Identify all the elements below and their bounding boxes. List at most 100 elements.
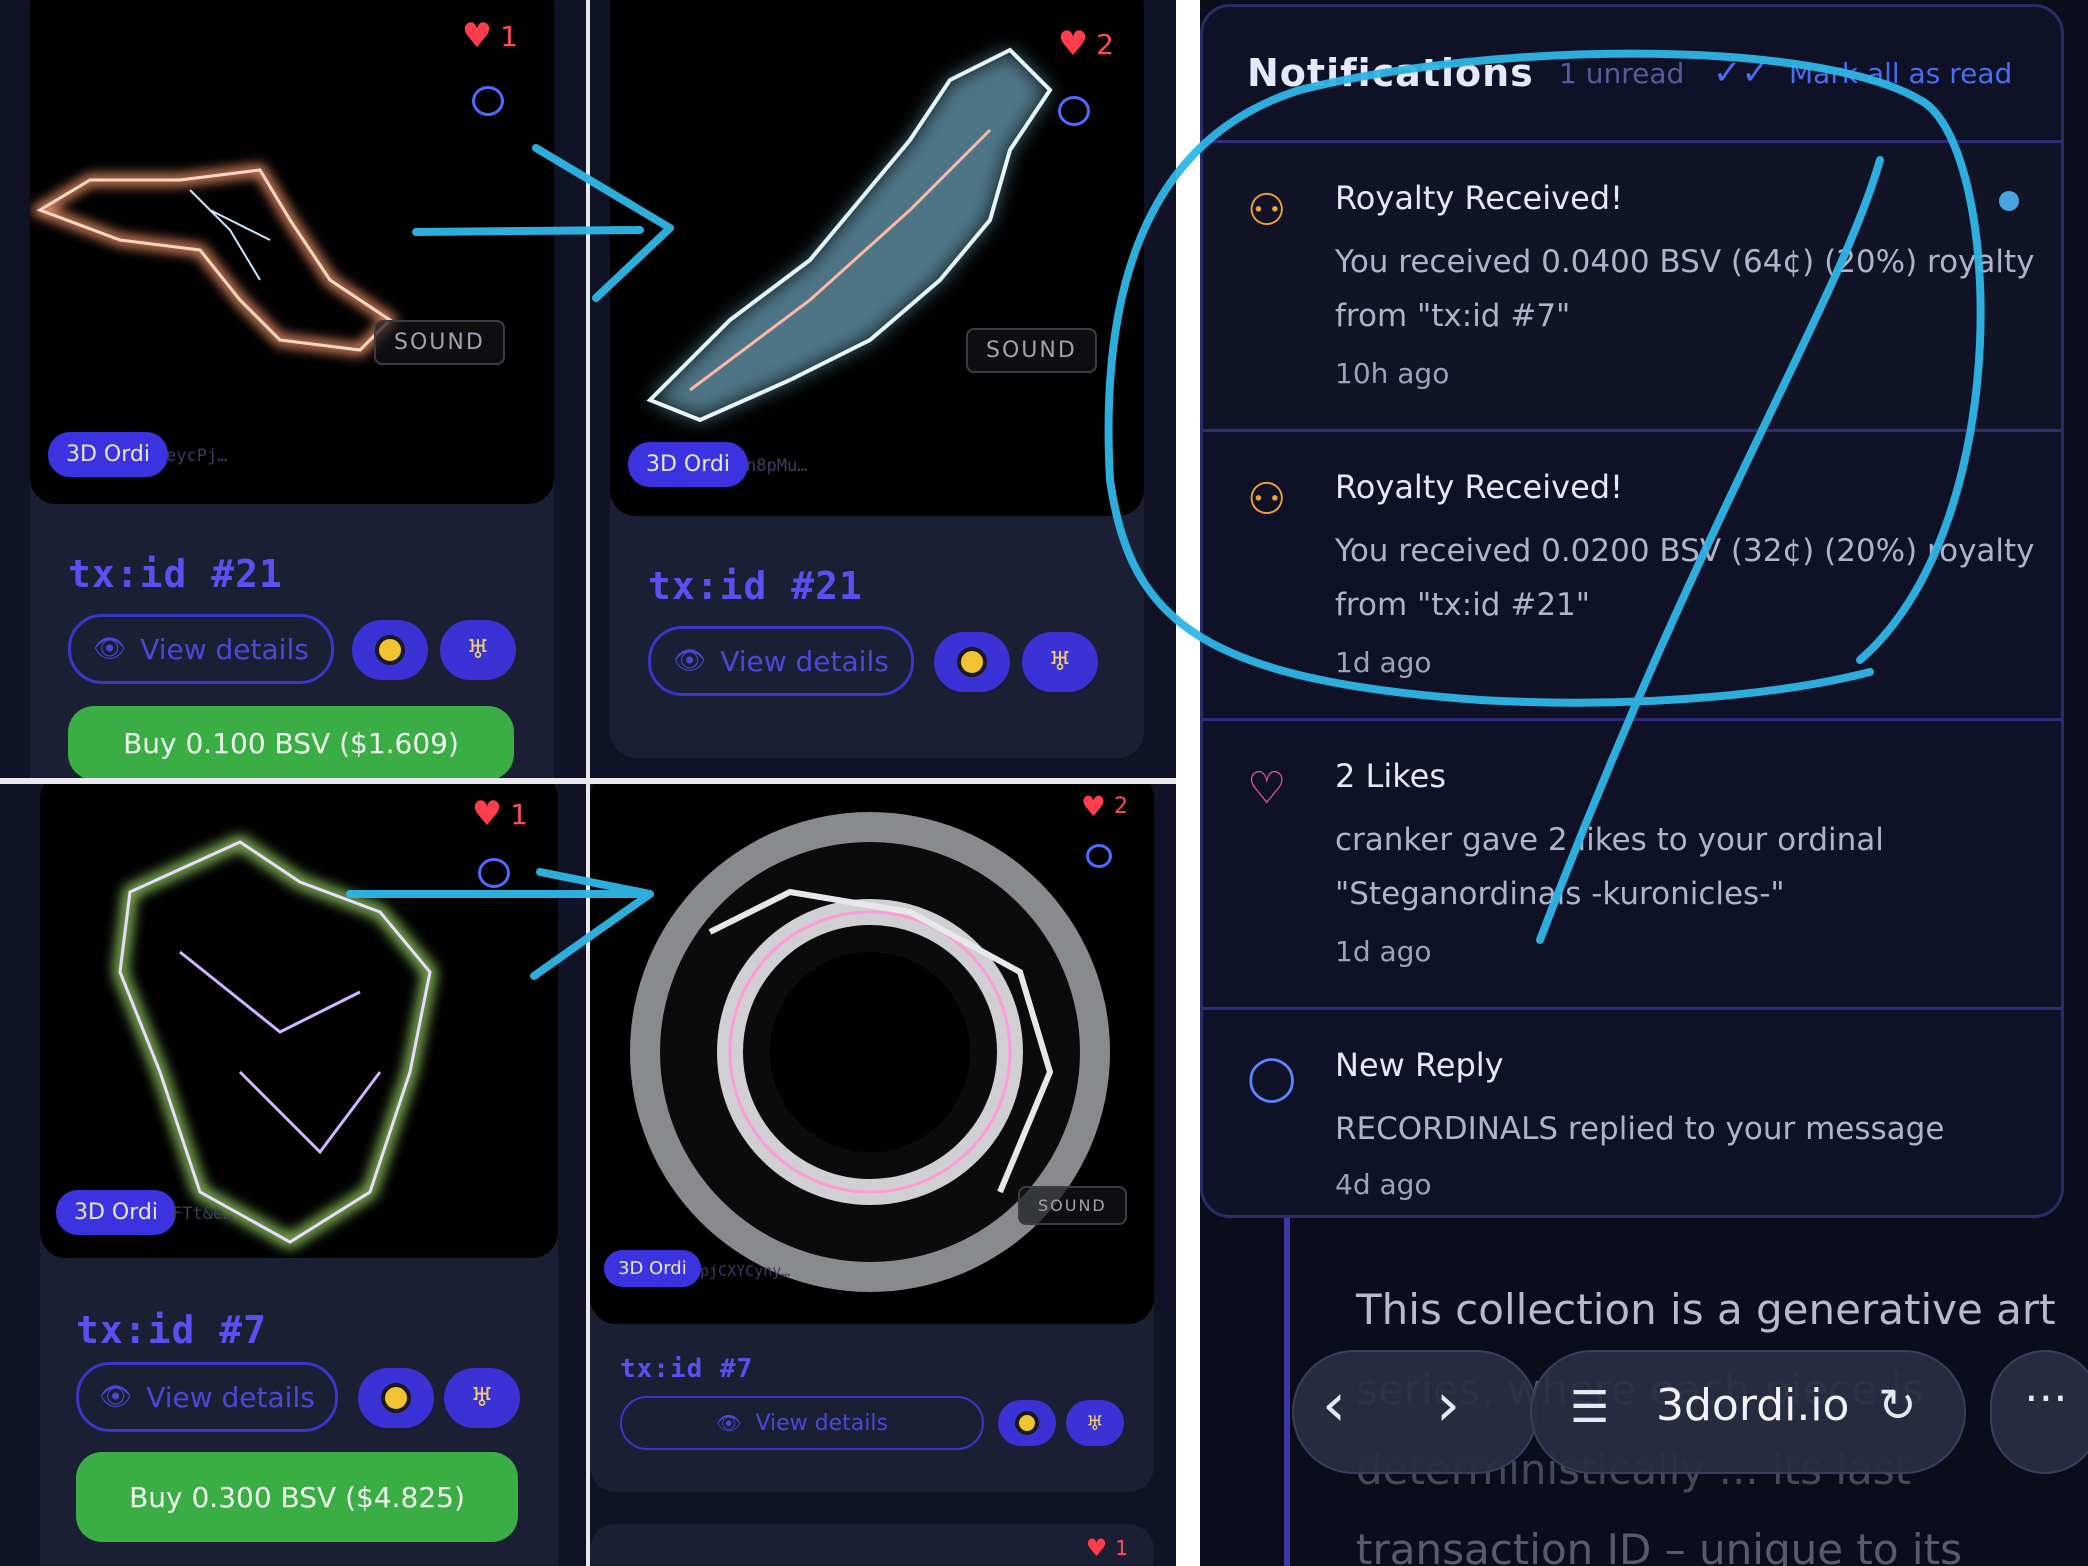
notification-body: cranker gave 2 likes to your ordinal "Ste… [1335,822,1884,912]
heart-icon: ♥ [1080,790,1106,823]
coin-icon [957,647,987,677]
view-details-button[interactable]: 👁 View details [76,1362,338,1432]
coin-button[interactable] [934,632,1010,692]
eye-icon: 👁 [93,634,127,664]
heart-icon: ♥ [471,794,503,834]
comment-icon[interactable] [1058,96,1090,126]
notification-title: 2 Likes [1335,757,1446,795]
notification-item[interactable]: ⚇ Royalty Received! You received 0.0400 … [1203,143,2061,432]
like-count[interactable]: ♥ 2 [1058,24,1114,64]
double-check-icon[interactable]: ✓✓ [1713,53,1770,93]
wallet-button[interactable]: ♅ [444,1368,520,1428]
reply-bubble-icon: ◯ [1247,1052,1297,1103]
crop-divider-right [1176,0,1200,1566]
like-count[interactable]: ♥ 2 [1081,790,1128,823]
wallet-icon: ♅ [1048,647,1072,677]
nft-card[interactable]: ♥ 1 3D Ordi FTt&e… tx:id #7 👁 View details… [40,784,558,1566]
notification-title: New Reply [1335,1046,1504,1084]
wallet-button[interactable]: ♅ [1066,1400,1124,1446]
hash-fragment: n8pMu… [746,456,808,476]
notification-time: 10h ago [1335,357,1450,390]
unread-count: 1 unread [1559,57,1685,90]
artwork[interactable]: ♥ 1 3D Ordi FTt&e… [40,784,558,1258]
like-count[interactable]: ♥ 1 [462,16,518,56]
unread-dot [1999,191,2019,211]
notification-body: You received 0.0200 BSV (32¢) (20%) roya… [1335,533,2035,623]
hash-fragment: eycPj… [166,446,228,466]
collection-badge: 3D Ordi [56,1190,176,1235]
description-line: This collection is a generative art [1356,1285,2056,1334]
comment-icon[interactable] [1086,844,1112,868]
buy-button[interactable]: Buy 0.100 BSV ($1.609) [68,706,514,778]
artwork-glow [30,164,398,356]
notification-item[interactable]: ♡ 2 Likes cranker gave 2 likes to your o… [1203,721,2061,1010]
artwork[interactable]: ♥ 2 SOUND 3D Ordi n8pMu… [610,0,1144,516]
card-panel-top-right: ♥ 2 SOUND 3D Ordi n8pMu… tx:id #21 👁 View … [590,0,1176,778]
nft-card[interactable]: ♥ 2 SOUND 3D Ordi n8pMu… tx:id #21 👁 View … [610,0,1144,758]
heart-icon: ♥ [461,16,493,56]
artwork-glow [646,47,1053,423]
artwork[interactable]: ♥ 2 SOUND 3D Ordi pjCXYCyny… [590,784,1154,1324]
nft-card[interactable]: ♥ 2 SOUND 3D Ordi pjCXYCyny… tx:id #7 👁 Vi… [590,784,1154,1492]
card-title[interactable]: tx:id #7 [76,1308,267,1352]
coin-button[interactable] [358,1368,434,1428]
buy-button[interactable]: Buy 0.300 BSV ($4.825) [76,1452,518,1542]
mark-all-read-button[interactable]: Mark all as read [1789,57,2012,90]
notification-time: 4d ago [1335,1168,1432,1201]
sound-button[interactable]: SOUND [1018,1186,1127,1225]
view-details-button[interactable]: 👁 View details [648,626,914,696]
notification-body: RECORDINALS replied to your message [1335,1111,1945,1147]
royalty-coin-icon: ⚇ [1247,474,1287,525]
like-count[interactable]: ♥ 1 [1086,1534,1128,1562]
wallet-icon: ♅ [1086,1411,1104,1435]
wallet-button[interactable]: ♅ [440,620,516,680]
tabs-icon[interactable]: ☰ [1570,1382,1609,1433]
collection-badge: 3D Ordi [48,432,168,477]
card-title[interactable]: tx:id #21 [68,552,283,596]
collection-badge: 3D Ordi [628,442,748,487]
notification-item[interactable]: ⚇ Royalty Received! You received 0.0200 … [1203,432,2061,721]
page-side-line [1284,1210,1290,1566]
nft-card[interactable]: ♥ 1 SOUND 3D Ordi eycPj… tx:id #21 👁 View … [30,0,554,778]
eye-icon: 👁 [99,1382,133,1412]
notification-item[interactable]: ◯ New Reply RECORDINALS replied to your … [1203,1010,2061,1215]
comment-icon[interactable] [472,86,504,116]
coin-icon [381,1383,411,1413]
wallet-icon: ♅ [470,1383,494,1413]
notifications-header: Notifications 1 unread ✓✓ Mark all as re… [1203,7,2061,143]
card-panel-bottom-left: ♥ 1 3D Ordi FTt&e… tx:id #7 👁 View details… [0,784,586,1566]
url-text[interactable]: 3dordi.io [1656,1380,1849,1431]
notifications-panel[interactable]: Notifications 1 unread ✓✓ Mark all as re… [1200,4,2064,1218]
back-icon[interactable]: ‹ [1322,1370,1346,1440]
sound-button[interactable]: SOUND [966,328,1097,373]
reload-icon[interactable]: ↻ [1878,1378,1917,1432]
artwork-glow [114,836,436,1248]
coin-icon [1015,1411,1039,1435]
coin-button[interactable] [998,1400,1056,1446]
coin-button[interactable] [352,620,428,680]
artwork[interactable]: ♥ 1 SOUND 3D Ordi eycPj… [30,0,554,504]
view-details-button[interactable]: 👁 View details [620,1396,984,1450]
sound-button[interactable]: SOUND [374,320,505,365]
more-options-icon[interactable]: ⋯ [2024,1372,2068,1423]
card-panel-bottom-right: ♥ 2 SOUND 3D Ordi pjCXYCyny… tx:id #7 👁 Vi… [590,784,1176,1566]
card-panel-top-left: ♥ 1 SOUND 3D Ordi eycPj… tx:id #21 👁 View … [0,0,586,778]
like-count[interactable]: ♥ 1 [472,794,528,834]
comment-icon[interactable] [478,858,510,888]
coin-icon [375,635,405,665]
heart-icon: ♥ [1085,1534,1108,1562]
card-title[interactable]: tx:id #21 [648,564,863,608]
nft-card-peek[interactable]: ♥ 1 [590,1524,1154,1566]
notification-title: Royalty Received! [1335,179,1623,217]
card-title[interactable]: tx:id #7 [620,1354,753,1384]
wallet-button[interactable]: ♅ [1022,632,1098,692]
view-details-button[interactable]: 👁 View details [68,614,334,684]
wallet-icon: ♅ [466,635,490,665]
royalty-coin-icon: ⚇ [1247,185,1287,236]
forward-icon[interactable]: › [1436,1370,1460,1440]
notification-time: 1d ago [1335,935,1432,968]
eye-icon: 👁 [673,646,707,676]
notification-time: 1d ago [1335,646,1432,679]
notifications-title: Notifications [1247,51,1534,95]
heart-outline-icon: ♡ [1247,763,1287,814]
